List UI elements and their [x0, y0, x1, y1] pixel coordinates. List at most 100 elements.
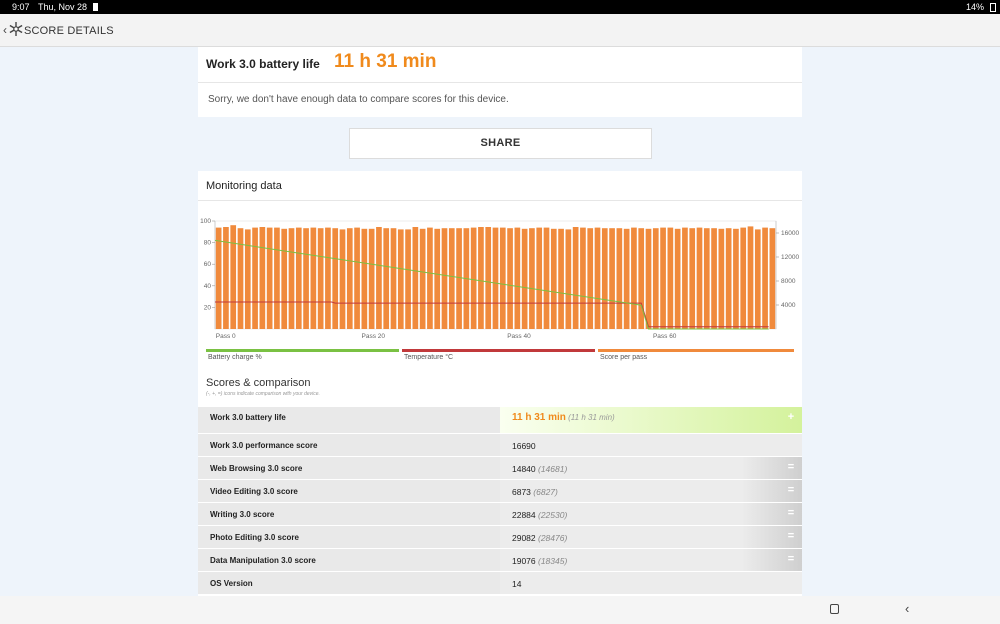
- score-bar: [288, 228, 295, 329]
- score-bar: [550, 228, 557, 329]
- right-tick-label: 12000: [781, 254, 799, 261]
- score-bar: [244, 229, 251, 329]
- score-compare: (11 h 31 min): [565, 413, 615, 422]
- score-row: Video Editing 3.0 score 6873 (6827) =: [198, 480, 802, 503]
- score-bar: [281, 228, 288, 329]
- score-bar: [667, 227, 674, 329]
- score-bar: [492, 227, 499, 329]
- score-bar: [383, 228, 390, 329]
- score-value-text: 29082: [512, 533, 536, 543]
- score-bar: [485, 227, 492, 329]
- score-name: Photo Editing 3.0 score: [198, 526, 500, 548]
- app-bar: ‹ SCORE DETAILS: [0, 14, 1000, 47]
- scores-subtitle: (-, +, =) icons indicate comparison with…: [206, 391, 320, 397]
- x-tick-label: Pass 0: [216, 333, 236, 340]
- score-bar: [609, 228, 615, 329]
- left-tick-label: 40: [204, 283, 212, 290]
- equals-icon: =: [787, 553, 795, 565]
- score-compare: (6827): [530, 487, 558, 497]
- score-row: Writing 3.0 score 22884 (22530) =: [198, 503, 802, 526]
- battery-life-label: Work 3.0 battery life: [206, 57, 320, 71]
- status-time: 9:07: [12, 2, 30, 12]
- score-bar: [434, 228, 441, 329]
- score-name: Work 3.0 performance score: [198, 434, 500, 456]
- legend-temperature-swatch: [402, 349, 595, 352]
- share-button[interactable]: SHARE: [349, 128, 652, 159]
- score-bar: [346, 228, 353, 329]
- score-bar: [470, 227, 477, 329]
- score-value-text: 11 h 31 min: [512, 412, 566, 423]
- scores-table: Work 3.0 battery life 11 h 31 min (11 h 3…: [198, 407, 802, 595]
- score-row: OS Version 14: [198, 572, 802, 595]
- score-bar: [718, 228, 725, 329]
- score-bar: [317, 228, 324, 329]
- score-compare: (18345): [535, 556, 568, 566]
- score-row: Data Manipulation 3.0 score 19076 (18345)…: [198, 549, 802, 572]
- score-bar: [696, 227, 703, 329]
- score-bar: [514, 227, 521, 329]
- score-value-text: 22884: [512, 510, 536, 520]
- score-bar: [405, 229, 411, 329]
- score-bar: [419, 228, 426, 329]
- score-bar: [711, 228, 717, 329]
- snowflake-icon: [9, 22, 23, 36]
- score-bar: [565, 229, 572, 329]
- score-value-text: 14: [512, 579, 522, 589]
- battery-saver-icon: [93, 3, 98, 11]
- score-bar: [682, 227, 688, 329]
- score-bar: [725, 228, 732, 329]
- legend-temperature: Temperature °C: [402, 349, 595, 363]
- score-bar: [441, 228, 448, 329]
- score-bar: [747, 226, 754, 329]
- score-bar: [332, 228, 339, 329]
- home-square-icon[interactable]: [830, 604, 839, 614]
- score-value: 14840 (14681) =: [500, 457, 802, 479]
- status-bar: 9:07 Thu, Nov 28 14%: [0, 0, 1000, 14]
- score-value: 16690: [500, 434, 802, 456]
- score-bar: [769, 228, 776, 329]
- right-tick-label: 4000: [781, 302, 796, 309]
- score-bar: [689, 228, 696, 329]
- score-name: OS Version: [198, 572, 500, 594]
- score-value: 14: [500, 572, 802, 594]
- score-bar: [631, 227, 637, 329]
- left-tick-label: 60: [204, 261, 212, 268]
- monitoring-title: Monitoring data: [206, 180, 282, 192]
- back-arrow-icon[interactable]: ‹: [905, 601, 909, 616]
- score-row: Work 3.0 battery life 11 h 31 min (11 h 3…: [198, 407, 802, 434]
- score-bar: [660, 227, 666, 329]
- score-bar: [754, 229, 761, 329]
- battery-life-card: Work 3.0 battery life 11 h 31 min Sorry,…: [198, 47, 802, 117]
- score-bar: [368, 228, 375, 329]
- legend-score: Score per pass: [598, 349, 794, 363]
- score-value: 29082 (28476) =: [500, 526, 802, 548]
- score-value-text: 19076: [512, 556, 536, 566]
- right-tick-label: 16000: [781, 230, 799, 237]
- score-bar: [521, 228, 528, 329]
- score-bar: [594, 227, 601, 329]
- score-bar: [325, 227, 331, 329]
- status-date: Thu, Nov 28: [38, 2, 88, 12]
- chevron-left-icon[interactable]: ‹: [3, 23, 7, 37]
- score-bar: [295, 227, 302, 329]
- legend-battery-swatch: [206, 349, 399, 352]
- x-tick-label: Pass 60: [653, 333, 677, 340]
- score-bar: [638, 228, 645, 329]
- legend-score-label: Score per pass: [600, 354, 648, 361]
- score-bar: [529, 228, 535, 329]
- score-bar: [397, 229, 404, 329]
- score-bar: [390, 228, 397, 329]
- score-value: 11 h 31 min (11 h 31 min) +: [500, 407, 802, 433]
- score-bar: [259, 227, 266, 329]
- score-name: Video Editing 3.0 score: [198, 480, 500, 502]
- score-bar: [427, 227, 433, 329]
- status-battery: 14%: [965, 2, 984, 12]
- score-bar: [623, 228, 630, 329]
- score-value-text: 16690: [512, 441, 536, 451]
- score-bar: [733, 228, 739, 329]
- score-bar: [339, 229, 346, 329]
- score-bar: [303, 228, 309, 329]
- score-row: Photo Editing 3.0 score 29082 (28476) =: [198, 526, 802, 549]
- equals-icon: =: [787, 484, 795, 496]
- equals-icon: =: [787, 461, 795, 473]
